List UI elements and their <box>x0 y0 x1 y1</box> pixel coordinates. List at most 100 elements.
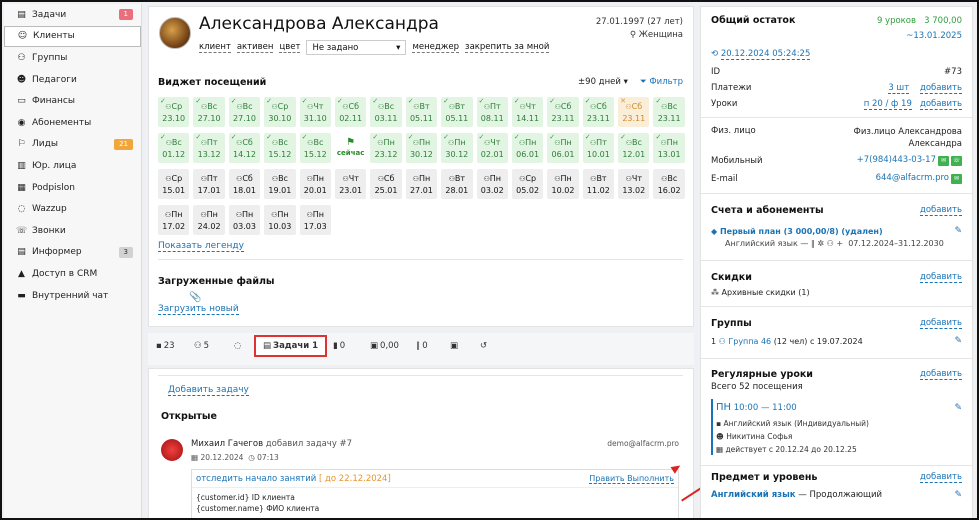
attendance-cell[interactable]: ⚇Чт 23.01 <box>334 169 367 199</box>
legend-link[interactable]: Показать легенду <box>158 241 244 252</box>
attendance-cell[interactable]: ✓ ⚇Сб 23.11 <box>582 97 615 127</box>
attendance-cell[interactable]: ✓ ⚇Вс 03.11 <box>370 97 402 127</box>
sidebar-item-11[interactable]: ▤ Информер 3 <box>4 242 141 264</box>
edit-icon[interactable]: ✎ <box>954 226 962 236</box>
sidebar-item-10[interactable]: ☏ Звонки <box>4 220 141 242</box>
attendance-cell[interactable]: ✓ ⚇Пт 10.01 <box>582 133 615 163</box>
attendance-cell[interactable]: ✓ ⚇Сб 23.11 <box>547 97 579 127</box>
attendance-cell[interactable]: ⚇Ср 05.02 <box>511 169 544 199</box>
tab-2[interactable]: ◌ <box>234 341 243 351</box>
sidebar-item-4[interactable]: ▭ Финансы <box>4 90 141 112</box>
plan-link[interactable]: ◆ Первый план (3 000,00/8) (удален) <box>711 227 883 236</box>
attendance-cell[interactable]: ✓ ⚇Вс 12.01 <box>618 133 650 163</box>
link-active[interactable]: активен <box>236 42 274 53</box>
level-subject[interactable]: Английский язык <box>711 490 796 500</box>
attendance-cell[interactable]: ⚇Пн 03.02 <box>476 169 508 199</box>
tab-5[interactable]: ▣ 0,00 <box>370 341 399 351</box>
attendance-cell[interactable]: ⚇Пн 27.01 <box>405 169 438 199</box>
link-client[interactable]: клиент <box>199 42 231 53</box>
complete-task-link[interactable]: Выполнить <box>627 474 674 484</box>
link-color[interactable]: цвет <box>279 42 301 53</box>
attendance-cell[interactable]: ⚇Пн 20.01 <box>299 169 331 199</box>
attendance-cell[interactable]: ✓ ⚇Пн 13.01 <box>653 133 685 163</box>
attendance-cell[interactable]: ⚇Сб 18.01 <box>228 169 261 199</box>
tab-8[interactable]: ↺ <box>480 341 489 351</box>
filter-button[interactable]: ⏷ Фильтр <box>640 77 683 87</box>
sidebar-item-13[interactable]: ▬ Внутренний чат <box>4 285 141 307</box>
add-regular-link[interactable]: добавить <box>919 369 962 380</box>
attendance-cell[interactable]: ⚇Вт 11.02 <box>582 169 615 199</box>
status-select[interactable]: Не задано ▾ <box>306 40 407 55</box>
author-link[interactable]: Михаил Гачегов <box>191 439 263 449</box>
attendance-cell[interactable]: ⚇Пн 03.03 <box>228 205 261 235</box>
add-discount-link[interactable]: добавить <box>919 272 962 283</box>
attendance-cell[interactable]: ⚇Вс 16.02 <box>653 169 685 199</box>
sidebar-item-7[interactable]: ▥ Юр. лица <box>4 155 141 177</box>
updated-link[interactable]: ⟲ 20.12.2024 05:24:25 <box>711 49 811 60</box>
task-title[interactable]: отследить начало занятий <box>196 474 316 484</box>
sidebar-item-1[interactable]: ☺ Клиенты <box>4 25 141 48</box>
mail-icon[interactable]: ✉ <box>951 174 962 184</box>
mobile-value[interactable]: +7(984)443-03-17 <box>857 155 936 165</box>
add-level-link[interactable]: добавить <box>919 472 962 483</box>
attendance-cell[interactable]: ⚑ сейчас <box>334 133 367 163</box>
email-value[interactable]: 644@alfacrm.pro <box>876 173 949 183</box>
attendance-cell[interactable]: ✓ ⚇Вс 27.10 <box>228 97 261 127</box>
attendance-cell[interactable]: ⚇Сб 25.01 <box>370 169 402 199</box>
tab-3[interactable]: ▤ Задачи 1 <box>254 335 328 357</box>
attendance-cell[interactable]: ✓ ⚇Сб 14.12 <box>228 133 261 163</box>
tab-7[interactable]: ▣ <box>450 341 460 351</box>
attendance-cell[interactable]: ⚇Пн 17.03 <box>299 205 331 235</box>
sidebar-item-12[interactable]: ▲ Доступ в CRM <box>4 263 141 285</box>
attendance-cell[interactable]: ⚇Вс 19.01 <box>264 169 296 199</box>
attendance-cell[interactable]: ✓ ⚇Чт 14.11 <box>511 97 544 127</box>
upload-link[interactable]: Загрузить новый <box>158 304 239 315</box>
archive-discounts[interactable]: ⁂ Архивные скидки (1) <box>711 288 810 297</box>
attendance-cell[interactable]: ✓ ⚇Вс 15.12 <box>264 133 296 163</box>
add-account-link[interactable]: добавить <box>919 205 962 216</box>
attendance-cell[interactable]: ⚇Пн 24.02 <box>193 205 225 235</box>
add-task-link[interactable]: Добавить задачу <box>168 385 249 396</box>
attendance-cell[interactable]: ✓ ⚇Сб 02.11 <box>334 97 367 127</box>
tab-4[interactable]: ▮ 0 <box>333 341 345 351</box>
add-payment-link[interactable]: добавить <box>919 83 962 94</box>
attendance-cell[interactable]: ✓ ⚇Вс 23.11 <box>653 97 685 127</box>
message-icon[interactable]: ✉ <box>938 156 949 166</box>
range-select[interactable]: ±90 дней ▾ <box>578 77 628 87</box>
attendance-cell[interactable]: ⚇Чт 13.02 <box>618 169 650 199</box>
attendance-cell[interactable]: ✓ ⚇Пн 30.12 <box>405 133 438 163</box>
edit-task-link[interactable]: Править <box>589 474 625 484</box>
attendance-cell[interactable]: ⚇Ср 15.01 <box>158 169 190 199</box>
attendance-cell[interactable]: ✓ ⚇Пн 06.01 <box>511 133 544 163</box>
pin-link[interactable]: закрепить за мной <box>465 42 550 53</box>
sidebar-item-2[interactable]: ⚇ Группы <box>4 47 141 69</box>
sidebar-item-6[interactable]: ⚐ Лиды 21 <box>4 134 141 156</box>
edit-icon[interactable]: ✎ <box>954 336 962 346</box>
attendance-cell[interactable]: ✓ ⚇Пт 08.11 <box>476 97 508 127</box>
edit-icon[interactable]: ✎ <box>954 403 962 413</box>
attendance-cell[interactable]: ✓ ⚇Пн 06.01 <box>547 133 579 163</box>
attendance-cell[interactable]: ✓ ⚇Вс 15.12 <box>299 133 331 163</box>
tab-0[interactable]: ▪ 23 <box>156 341 175 351</box>
attendance-cell[interactable]: ⚇Пт 17.01 <box>193 169 225 199</box>
attendance-cell[interactable]: ✓ ⚇Чт 31.10 <box>299 97 331 127</box>
tab-6[interactable]: ∥ 0 <box>416 341 428 351</box>
tab-1[interactable]: ⚇ 5 <box>194 341 209 351</box>
sidebar-item-8[interactable]: ▦ Podpislon <box>4 177 141 199</box>
attendance-cell[interactable]: ⚇Вт 28.01 <box>441 169 473 199</box>
attendance-cell[interactable]: ✓ ⚇Чт 02.01 <box>476 133 508 163</box>
attendance-cell[interactable]: ✓ ⚇Ср 30.10 <box>264 97 296 127</box>
add-lesson-link[interactable]: добавить <box>919 99 962 110</box>
attendance-cell[interactable]: ✓ ⚇Пн 23.12 <box>370 133 402 163</box>
attendance-cell[interactable]: ✓ ⚇Вт 05.11 <box>441 97 473 127</box>
sidebar-item-0[interactable]: ▤ Задачи 1 <box>4 4 141 26</box>
manager-link[interactable]: менеджер <box>412 42 460 53</box>
attendance-cell[interactable]: ⚇Пн 10.02 <box>547 169 579 199</box>
phone-icon[interactable]: ☏ <box>951 156 962 166</box>
attendance-cell[interactable]: ✓ ⚇Вс 27.10 <box>193 97 225 127</box>
attendance-cell[interactable]: ✕ ⚇Сб 23.11 <box>618 97 650 127</box>
attendance-cell[interactable]: ✓ ⚇Вс 01.12 <box>158 133 190 163</box>
attendance-cell[interactable]: ✓ ⚇Ср 23.10 <box>158 97 190 127</box>
attendance-cell[interactable]: ✓ ⚇Вт 05.11 <box>405 97 438 127</box>
avatar[interactable] <box>159 17 191 49</box>
